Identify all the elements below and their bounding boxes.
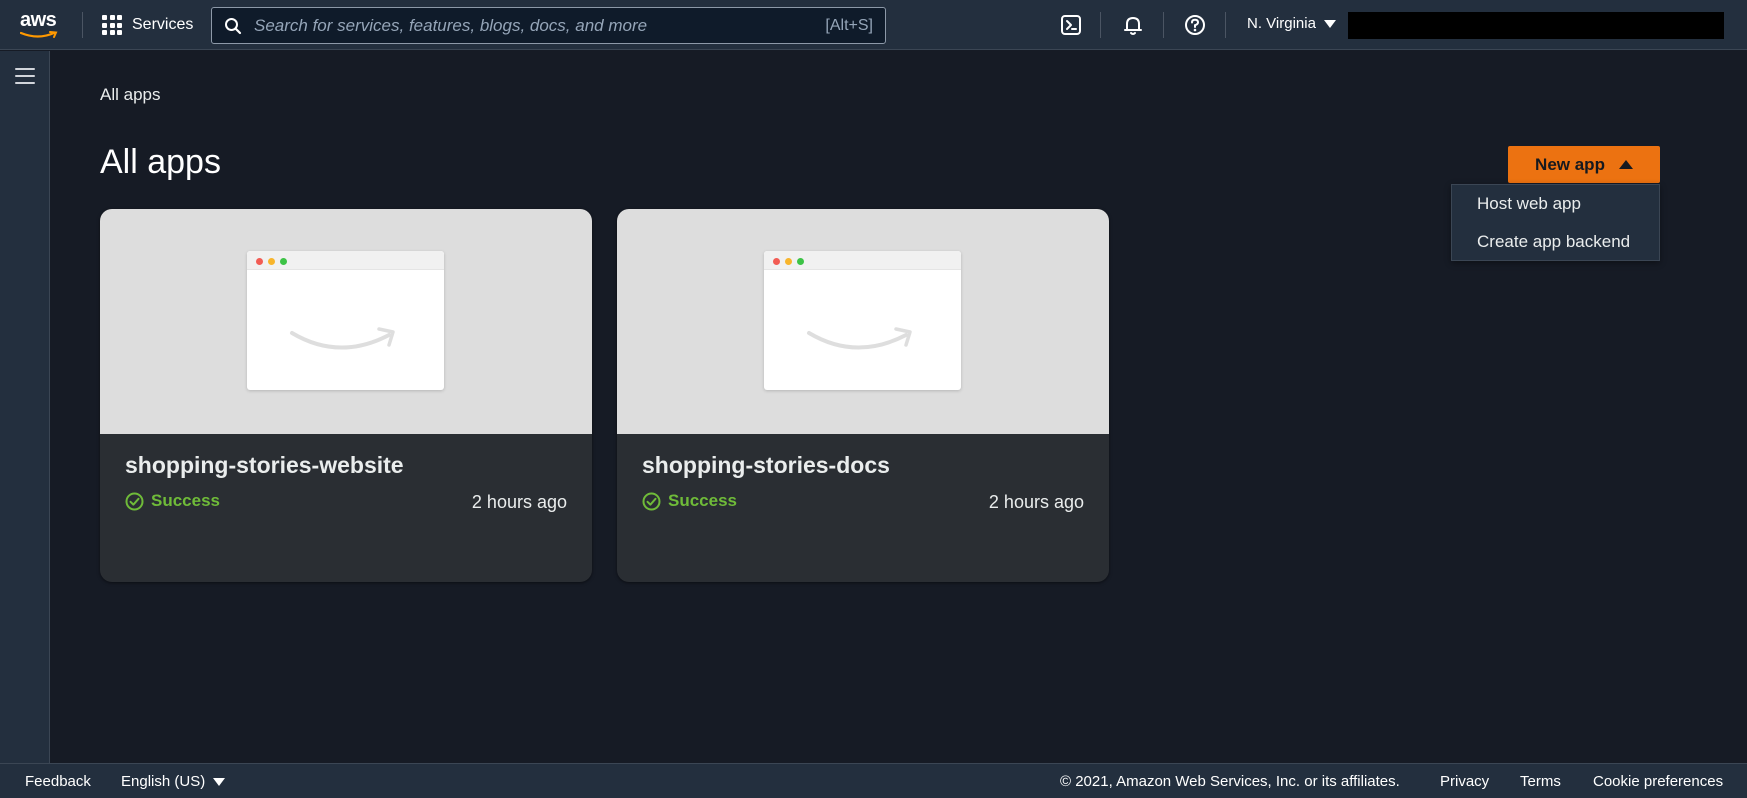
- search-placeholder: Search for services, features, blogs, do…: [254, 15, 648, 35]
- page-title: All apps: [100, 143, 221, 181]
- new-app-menu: Host web app Create app backend: [1451, 184, 1660, 261]
- nav-divider: [82, 12, 83, 38]
- grid-icon: [102, 15, 122, 35]
- app-thumbnail: [100, 209, 592, 434]
- aws-logo-text: aws: [20, 9, 57, 31]
- new-app-button[interactable]: New app: [1508, 146, 1660, 183]
- nav-divider: [1100, 12, 1101, 38]
- cloudshell-icon[interactable]: [1060, 14, 1082, 36]
- language-label: English (US): [121, 773, 206, 790]
- last-updated: 2 hours ago: [471, 492, 567, 512]
- bell-icon[interactable]: [1122, 14, 1144, 36]
- region-selector[interactable]: N. Virginia: [1247, 15, 1336, 32]
- copyright-text: © 2021, Amazon Web Services, Inc. or its…: [1060, 773, 1400, 790]
- menu-item-create-app-backend[interactable]: Create app backend: [1477, 232, 1630, 252]
- region-label: N. Virginia: [1247, 15, 1316, 32]
- new-app-label: New app: [1535, 154, 1605, 174]
- amazon-smile-icon: [290, 327, 395, 350]
- services-label: Services: [132, 16, 194, 33]
- account-menu-redacted[interactable]: [1348, 12, 1724, 39]
- side-navigation: [0, 51, 50, 763]
- search-shortcut: [Alt+S]: [825, 16, 873, 34]
- check-circle-icon: [125, 492, 144, 510]
- top-navigation: aws Services Search for services, featur…: [0, 0, 1747, 50]
- feedback-link[interactable]: Feedback: [25, 773, 91, 790]
- app-card[interactable]: shopping-stories-docs Success 2 hours ag…: [617, 209, 1109, 582]
- status-label: Success: [668, 491, 737, 510]
- terms-link[interactable]: Terms: [1520, 773, 1561, 790]
- caret-up-icon: [1618, 160, 1633, 169]
- breadcrumb[interactable]: All apps: [100, 85, 160, 105]
- app-name[interactable]: shopping-stories-website: [125, 452, 404, 479]
- app-name[interactable]: shopping-stories-docs: [642, 452, 890, 479]
- last-updated: 2 hours ago: [988, 492, 1084, 512]
- app-thumbnail: [617, 209, 1109, 434]
- status-label: Success: [151, 491, 220, 510]
- browser-window-illustration: [247, 251, 444, 390]
- search-input[interactable]: Search for services, features, blogs, do…: [211, 7, 886, 44]
- nav-divider: [1163, 12, 1164, 38]
- aws-logo[interactable]: aws: [20, 10, 62, 40]
- privacy-link[interactable]: Privacy: [1440, 773, 1489, 790]
- check-circle-icon: [642, 492, 661, 510]
- cookie-preferences-link[interactable]: Cookie preferences: [1593, 773, 1723, 790]
- search-icon: [225, 17, 242, 34]
- help-icon[interactable]: [1184, 14, 1206, 36]
- language-selector[interactable]: English (US): [121, 773, 226, 790]
- app-card[interactable]: shopping-stories-website Success 2 hours…: [100, 209, 592, 582]
- footer: Feedback English (US) © 2021, Amazon Web…: [0, 763, 1747, 798]
- amazon-smile-icon: [807, 327, 912, 350]
- browser-window-illustration: [764, 251, 961, 390]
- aws-smile-icon: [20, 31, 58, 38]
- services-menu-button[interactable]: Services: [102, 14, 193, 36]
- caret-down-icon: [213, 777, 226, 786]
- nav-divider: [1225, 12, 1226, 38]
- status-badge: Success: [642, 491, 737, 511]
- menu-icon[interactable]: [15, 68, 35, 85]
- menu-item-host-web-app[interactable]: Host web app: [1477, 194, 1581, 214]
- caret-down-icon: [1323, 19, 1336, 28]
- status-badge: Success: [125, 491, 220, 511]
